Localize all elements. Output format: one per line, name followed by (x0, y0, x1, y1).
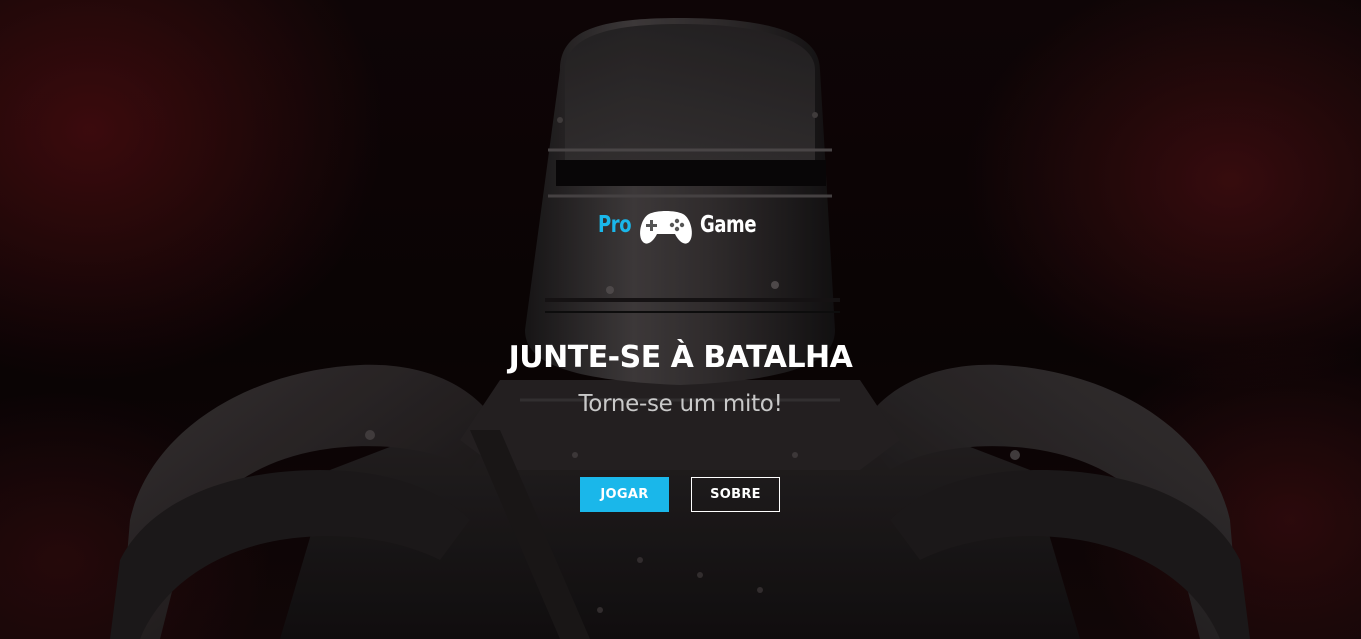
hero-subline: Torne-se um mito! (578, 391, 783, 417)
about-button[interactable]: SOBRE (691, 477, 780, 512)
dark-overlay (0, 0, 1361, 639)
hero-headline: JUNTE-SE À BATALHA (508, 340, 853, 375)
logo-game-text: Game (700, 212, 757, 238)
logo-pro-text: Pro (598, 212, 632, 238)
hero-section: Pro Game JUNTE-SE À BATALHA Torne-se um … (0, 0, 1361, 639)
gamepad-icon (640, 211, 692, 244)
progame-logo[interactable]: Pro Game (596, 200, 766, 250)
play-button[interactable]: JOGAR (580, 477, 669, 512)
